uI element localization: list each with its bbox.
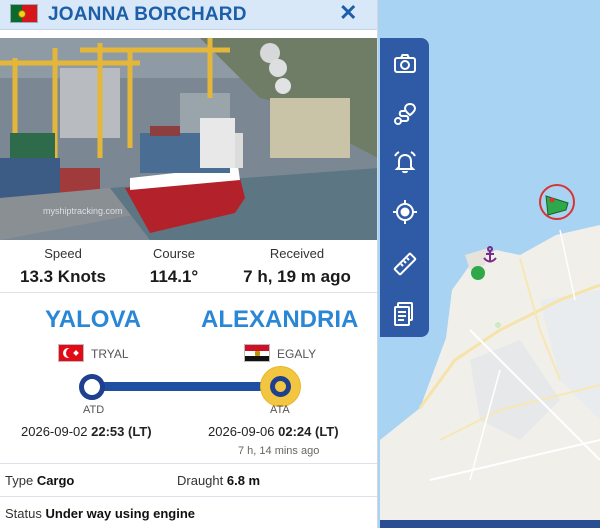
departure-dot	[79, 374, 105, 400]
arrival-dot	[261, 367, 300, 406]
turkey-flag-icon	[58, 344, 84, 362]
received-label: Received	[269, 246, 325, 261]
photo-watermark: myshiptracking.com	[43, 206, 123, 216]
route-button[interactable]	[380, 93, 429, 135]
course-label: Course	[153, 246, 195, 261]
route-progress-bar	[92, 382, 280, 391]
vessel-stats: Speed 13.3 Knots Course 114.1° Received …	[0, 241, 377, 293]
crosshair-icon	[392, 200, 417, 224]
documents-icon	[393, 302, 413, 326]
received-value: 7 h, 19 m ago	[243, 267, 351, 286]
locate-button[interactable]	[380, 191, 429, 233]
type-draught-row: Type Cargo Draught 6.8 m	[0, 465, 377, 497]
camera-icon	[393, 54, 416, 73]
ruler-button[interactable]	[380, 243, 429, 285]
status-row: Status Under way using engine	[0, 498, 377, 528]
egypt-flag-icon	[244, 344, 270, 362]
speed-label: Speed	[44, 246, 82, 261]
departure-code: TRYAL	[91, 347, 129, 361]
map-bottom-bar	[380, 520, 600, 528]
map-toolbar	[380, 38, 429, 337]
draught-label: Draught	[177, 473, 224, 488]
speed-value: 13.3 Knots	[20, 267, 106, 286]
departure-datetime: 2026-09-02 22:53 (LT)	[21, 424, 152, 439]
arrival-datetime: 2026-09-06 02:24 (LT)	[208, 424, 339, 439]
ruler-icon	[393, 252, 416, 276]
type-label: Type	[5, 473, 34, 488]
portugal-flag-icon	[10, 4, 38, 23]
vessel-photo[interactable]: myshiptracking.com	[0, 38, 377, 240]
draught-field: Draught 6.8 m	[177, 473, 260, 488]
draught-value: 6.8 m	[226, 473, 261, 488]
camera-button[interactable]	[380, 43, 429, 85]
status-field: Status Under way using engine	[5, 506, 195, 521]
alarm-bell-icon	[393, 151, 416, 174]
atd-label: ATD	[83, 404, 105, 416]
documents-button[interactable]	[380, 293, 429, 335]
course-value: 114.1°	[149, 267, 199, 286]
ata-label: ATA	[270, 404, 290, 416]
arrival-code: EGALY	[277, 347, 317, 361]
alarm-button[interactable]	[380, 141, 429, 183]
departure-port[interactable]: YALOVA	[45, 306, 141, 334]
type-value: Cargo	[36, 473, 75, 488]
close-icon[interactable]: ✕	[339, 0, 357, 26]
arrival-port[interactable]: ALEXANDRIA	[201, 306, 358, 334]
vessel-panel: JOANNA BORCHARD ✕ myshiptracking.com Spe…	[0, 0, 378, 528]
route-icon	[393, 102, 416, 125]
status-label: Status	[5, 506, 42, 521]
vessel-name: JOANNA BORCHARD	[48, 4, 247, 25]
arrival-ago: 7 h, 14 mins ago	[238, 445, 320, 457]
status-value: Under way using engine	[45, 506, 196, 521]
port-marker	[471, 266, 485, 280]
voyage-route: YALOVA ALEXANDRIA TRYAL EGALY ATD ATA 20…	[0, 294, 377, 464]
panel-header: JOANNA BORCHARD ✕	[0, 0, 377, 30]
type-field: Type Cargo	[5, 473, 74, 488]
